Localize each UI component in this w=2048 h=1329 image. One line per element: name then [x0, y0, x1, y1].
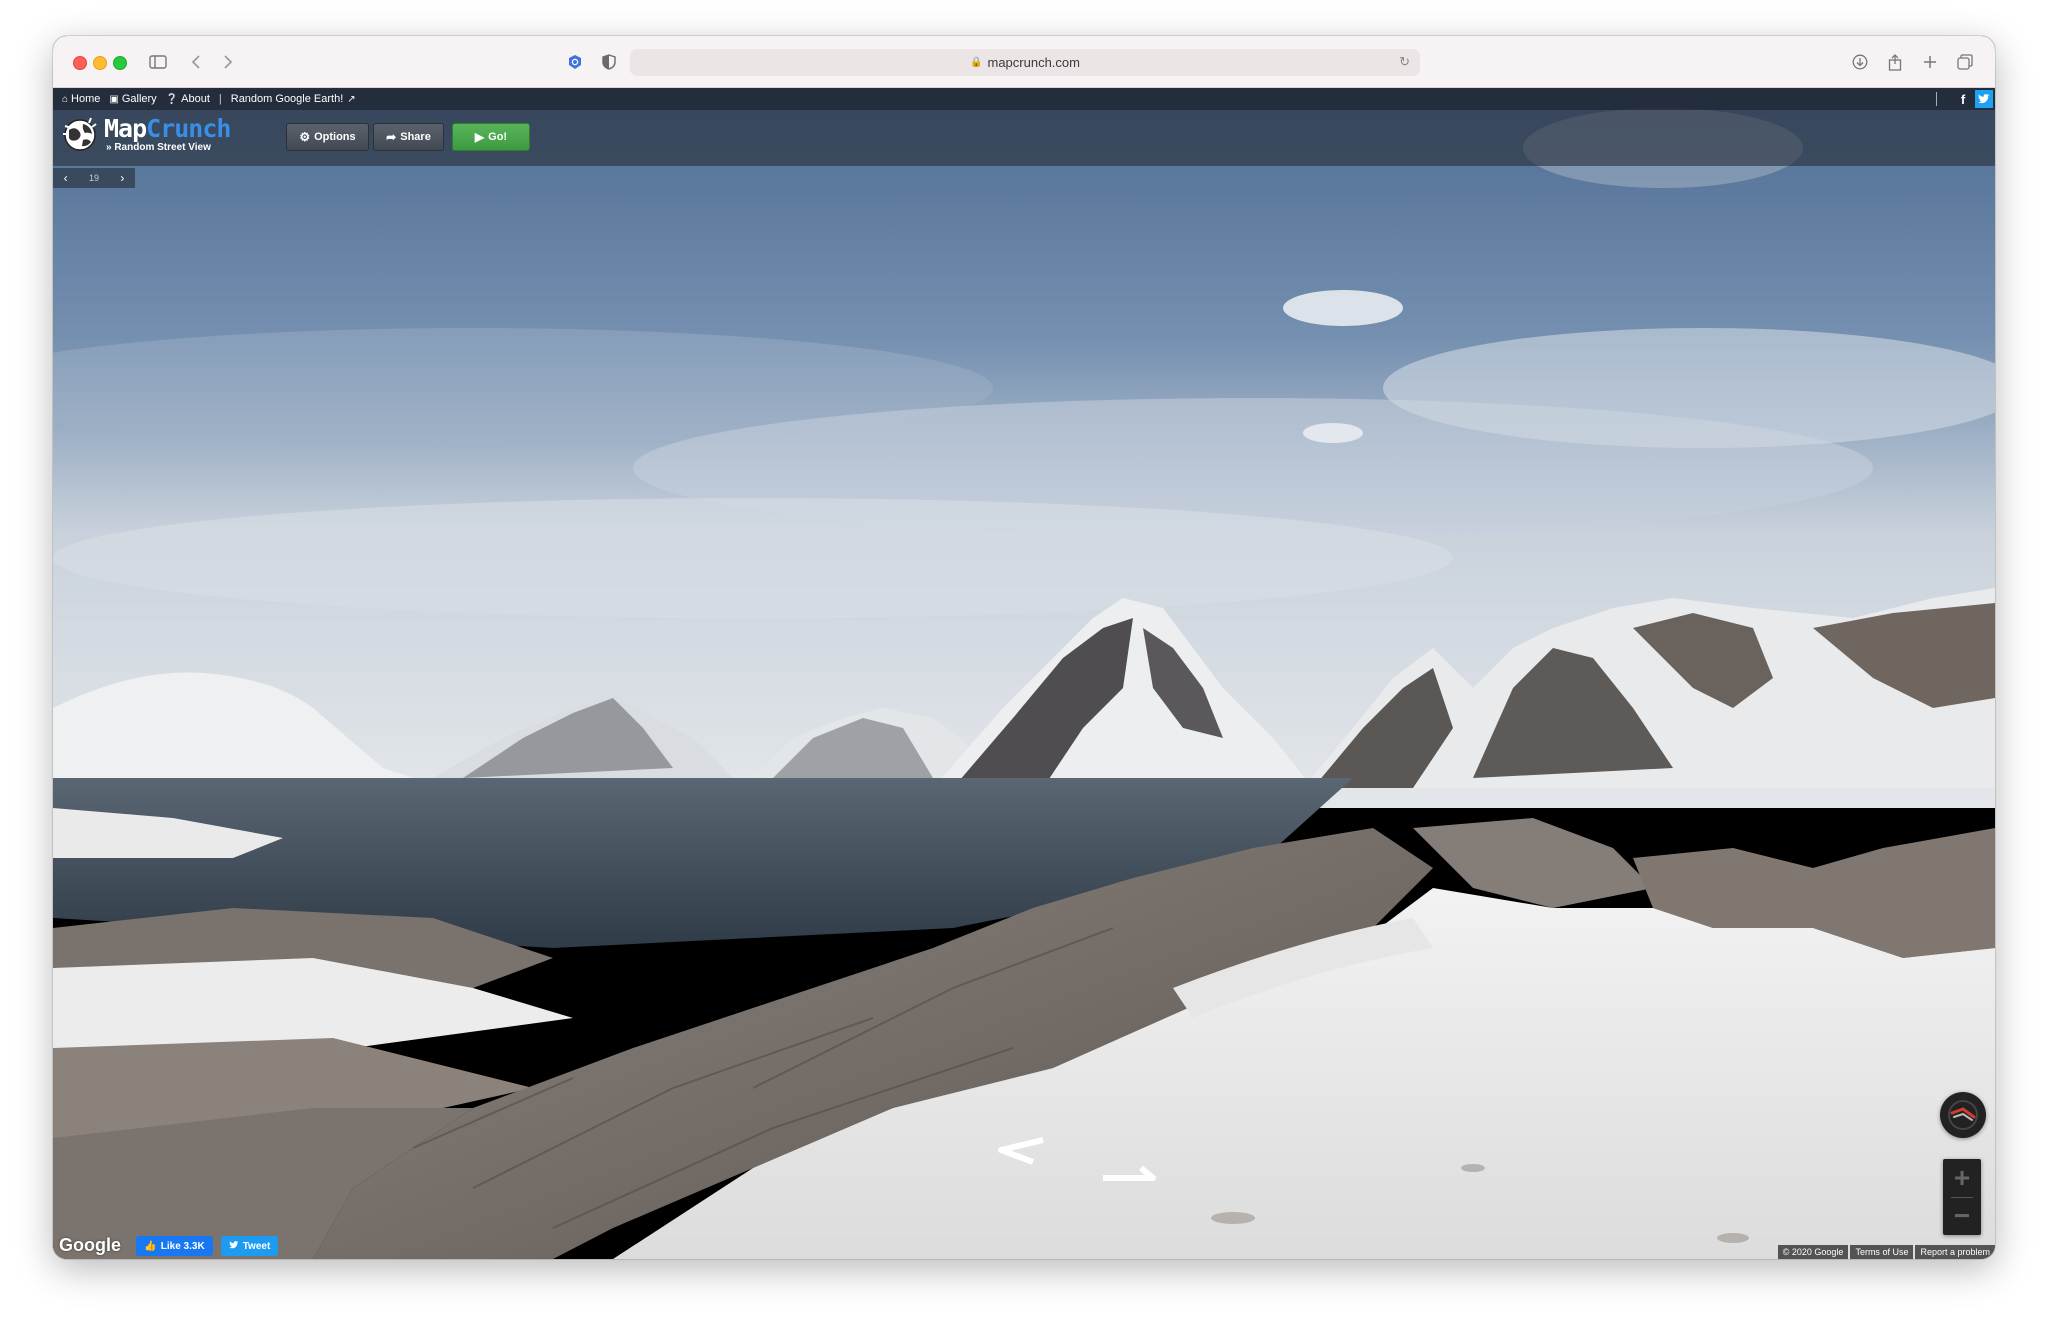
- share-arrow-icon: ➦: [386, 130, 397, 144]
- site-top-nav: ⌂ Home ▣ Gallery ❔ About | Random Google…: [53, 88, 1995, 110]
- brand-name: MapCrunch: [104, 114, 231, 143]
- map-attribution: © 2020 Google Terms of Use Report a prob…: [1776, 1245, 1995, 1259]
- terms-link[interactable]: Terms of Use: [1850, 1245, 1914, 1259]
- question-icon: ❔: [165, 93, 179, 105]
- zoom-out-button[interactable]: −: [1943, 1197, 1981, 1235]
- history-count: 19: [88, 173, 99, 183]
- lock-icon: 🔒: [970, 57, 983, 68]
- options-button[interactable]: ⚙ Options: [286, 123, 369, 151]
- external-link-icon: ↗: [347, 93, 356, 105]
- home-icon: ⌂: [62, 93, 69, 105]
- page-viewport: ⌂ Home ▣ Gallery ❔ About | Random Google…: [53, 88, 1995, 1259]
- street-view-panorama[interactable]: [53, 88, 1995, 1259]
- back-icon[interactable]: [183, 49, 209, 75]
- go-button[interactable]: ▶ Go!: [452, 123, 530, 151]
- brand-tagline: » Random Street View: [106, 142, 211, 153]
- history-next-icon[interactable]: ›: [120, 171, 124, 185]
- browser-toolbar: 🔒 mapcrunch.com ↻: [53, 36, 1995, 88]
- play-icon: ▶: [474, 130, 485, 144]
- facebook-like-button[interactable]: 👍 Like 3.3K: [136, 1236, 213, 1256]
- twitter-icon[interactable]: [1975, 90, 1993, 108]
- zoom-in-button[interactable]: +: [1943, 1159, 1981, 1197]
- downloads-icon[interactable]: [1847, 49, 1873, 75]
- social-separator: [1936, 92, 1937, 106]
- twitter-bird-icon: [229, 1240, 239, 1252]
- share-icon[interactable]: [1882, 49, 1908, 75]
- google-logo: Google: [59, 1235, 121, 1255]
- mapcrunch-logo[interactable]: MapCrunch » Random Street View: [61, 114, 231, 153]
- new-tab-icon[interactable]: [1917, 49, 1943, 75]
- social-links: f: [1936, 90, 1993, 108]
- url-text: mapcrunch.com: [987, 55, 1080, 70]
- gears-icon: ⚙: [299, 130, 311, 144]
- gallery-icon: ▣: [109, 93, 119, 105]
- nav-random-earth-link[interactable]: Random Google Earth! ↗: [231, 93, 356, 105]
- tab-overview-icon[interactable]: [1952, 49, 1978, 75]
- compass-control[interactable]: [1940, 1092, 1986, 1138]
- zoom-control: + −: [1943, 1159, 1981, 1235]
- privacy-shield-icon[interactable]: [596, 49, 622, 75]
- site-header: MapCrunch » Random Street View ⚙ Options…: [53, 110, 1995, 166]
- nav-home-link[interactable]: ⌂ Home: [62, 93, 100, 105]
- compass-icon: [1948, 1100, 1978, 1130]
- address-bar[interactable]: 🔒 mapcrunch.com ↻: [630, 49, 1420, 76]
- tweet-button[interactable]: Tweet: [221, 1236, 278, 1256]
- nav-separator: |: [218, 93, 222, 105]
- reload-icon[interactable]: ↻: [1399, 54, 1410, 70]
- copyright-text: © 2020 Google: [1777, 1245, 1849, 1259]
- forward-icon[interactable]: [215, 49, 241, 75]
- thumbs-up-icon: 👍: [144, 1240, 157, 1252]
- close-window-button[interactable]: [73, 56, 87, 70]
- facebook-icon[interactable]: f: [1954, 90, 1972, 108]
- minimize-window-button[interactable]: [93, 56, 107, 70]
- globe-logo-icon: [63, 117, 97, 151]
- extension-shield-icon[interactable]: [562, 49, 588, 75]
- report-problem-link[interactable]: Report a problem: [1915, 1245, 1995, 1259]
- nav-gallery-link[interactable]: ▣ Gallery: [109, 93, 156, 105]
- zoom-divider: [1951, 1197, 1973, 1198]
- zoom-window-button[interactable]: [113, 56, 127, 70]
- share-button[interactable]: ➦ Share: [373, 123, 444, 151]
- browser-window: 🔒 mapcrunch.com ↻ ⌂ Home ▣ Gallery ❔ Abo…: [53, 36, 1995, 1259]
- history-nav: ‹ 19 ›: [53, 168, 135, 188]
- sidebar-toggle-icon[interactable]: [145, 49, 171, 75]
- nav-about-link[interactable]: ❔ About: [166, 93, 210, 105]
- history-prev-icon[interactable]: ‹: [64, 171, 68, 185]
